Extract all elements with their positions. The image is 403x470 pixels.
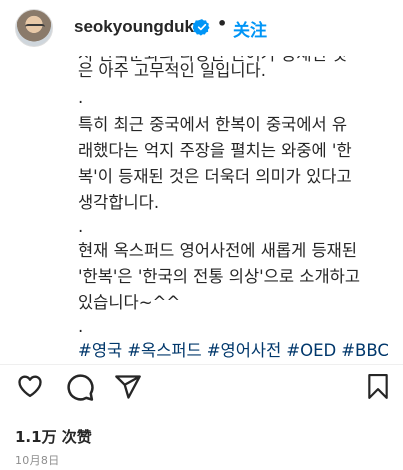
post-header: seokyoungduk • 关注 [0, 0, 403, 56]
caption-line: '한복'은 '한국의 전통 의상'으로 소개하고 [78, 267, 361, 286]
follow-button[interactable]: 关注 [233, 16, 267, 41]
caption-line: 특히 최근 중국에서 한복이 중국에서 유 [78, 115, 348, 134]
separator-dot: • [217, 14, 228, 33]
post-date[interactable]: 10月8日 [15, 452, 60, 468]
hashtag-row: #영국 #옥스퍼드 #영어사전 #OED #BBC [78, 338, 398, 364]
share-icon[interactable] [114, 373, 142, 401]
hashtag-link[interactable]: #영국 [78, 341, 122, 360]
caption-line: 래했다는 억지 주장을 펼치는 와중에 '한 [78, 141, 352, 160]
hashtag-link[interactable]: #옥스퍼드 [127, 341, 202, 360]
like-count[interactable]: 1.1万 次赞 [15, 426, 92, 447]
heart-icon[interactable] [15, 372, 45, 400]
post-caption: 시 한국문화의 다양한 단어가 등재된 것 은 아주 고무적인 일입니다. . … [78, 45, 398, 364]
hashtag-link[interactable]: #BBC [341, 341, 389, 360]
username[interactable]: seokyoungduk [74, 17, 194, 37]
bookmark-icon[interactable] [365, 372, 391, 402]
caption-line: 생각합니다. [78, 193, 160, 212]
caption-line: 복'이 등재된 것은 더욱더 의미가 있다고 [78, 167, 352, 186]
caption-line: . [78, 317, 84, 336]
divider [0, 364, 403, 365]
caption-line: 현재 옥스퍼드 영어사전에 새롭게 등재된 [78, 241, 358, 260]
verified-badge-icon [193, 19, 210, 36]
caption-line: . [78, 217, 84, 236]
avatar[interactable] [15, 9, 53, 47]
comment-icon[interactable] [65, 372, 95, 402]
caption-line: 있습니다~^^ [78, 293, 181, 312]
hashtag-link[interactable]: #OED [286, 341, 336, 360]
caption-line: . [78, 88, 84, 107]
hashtag-link[interactable]: #영어사전 [207, 341, 282, 360]
